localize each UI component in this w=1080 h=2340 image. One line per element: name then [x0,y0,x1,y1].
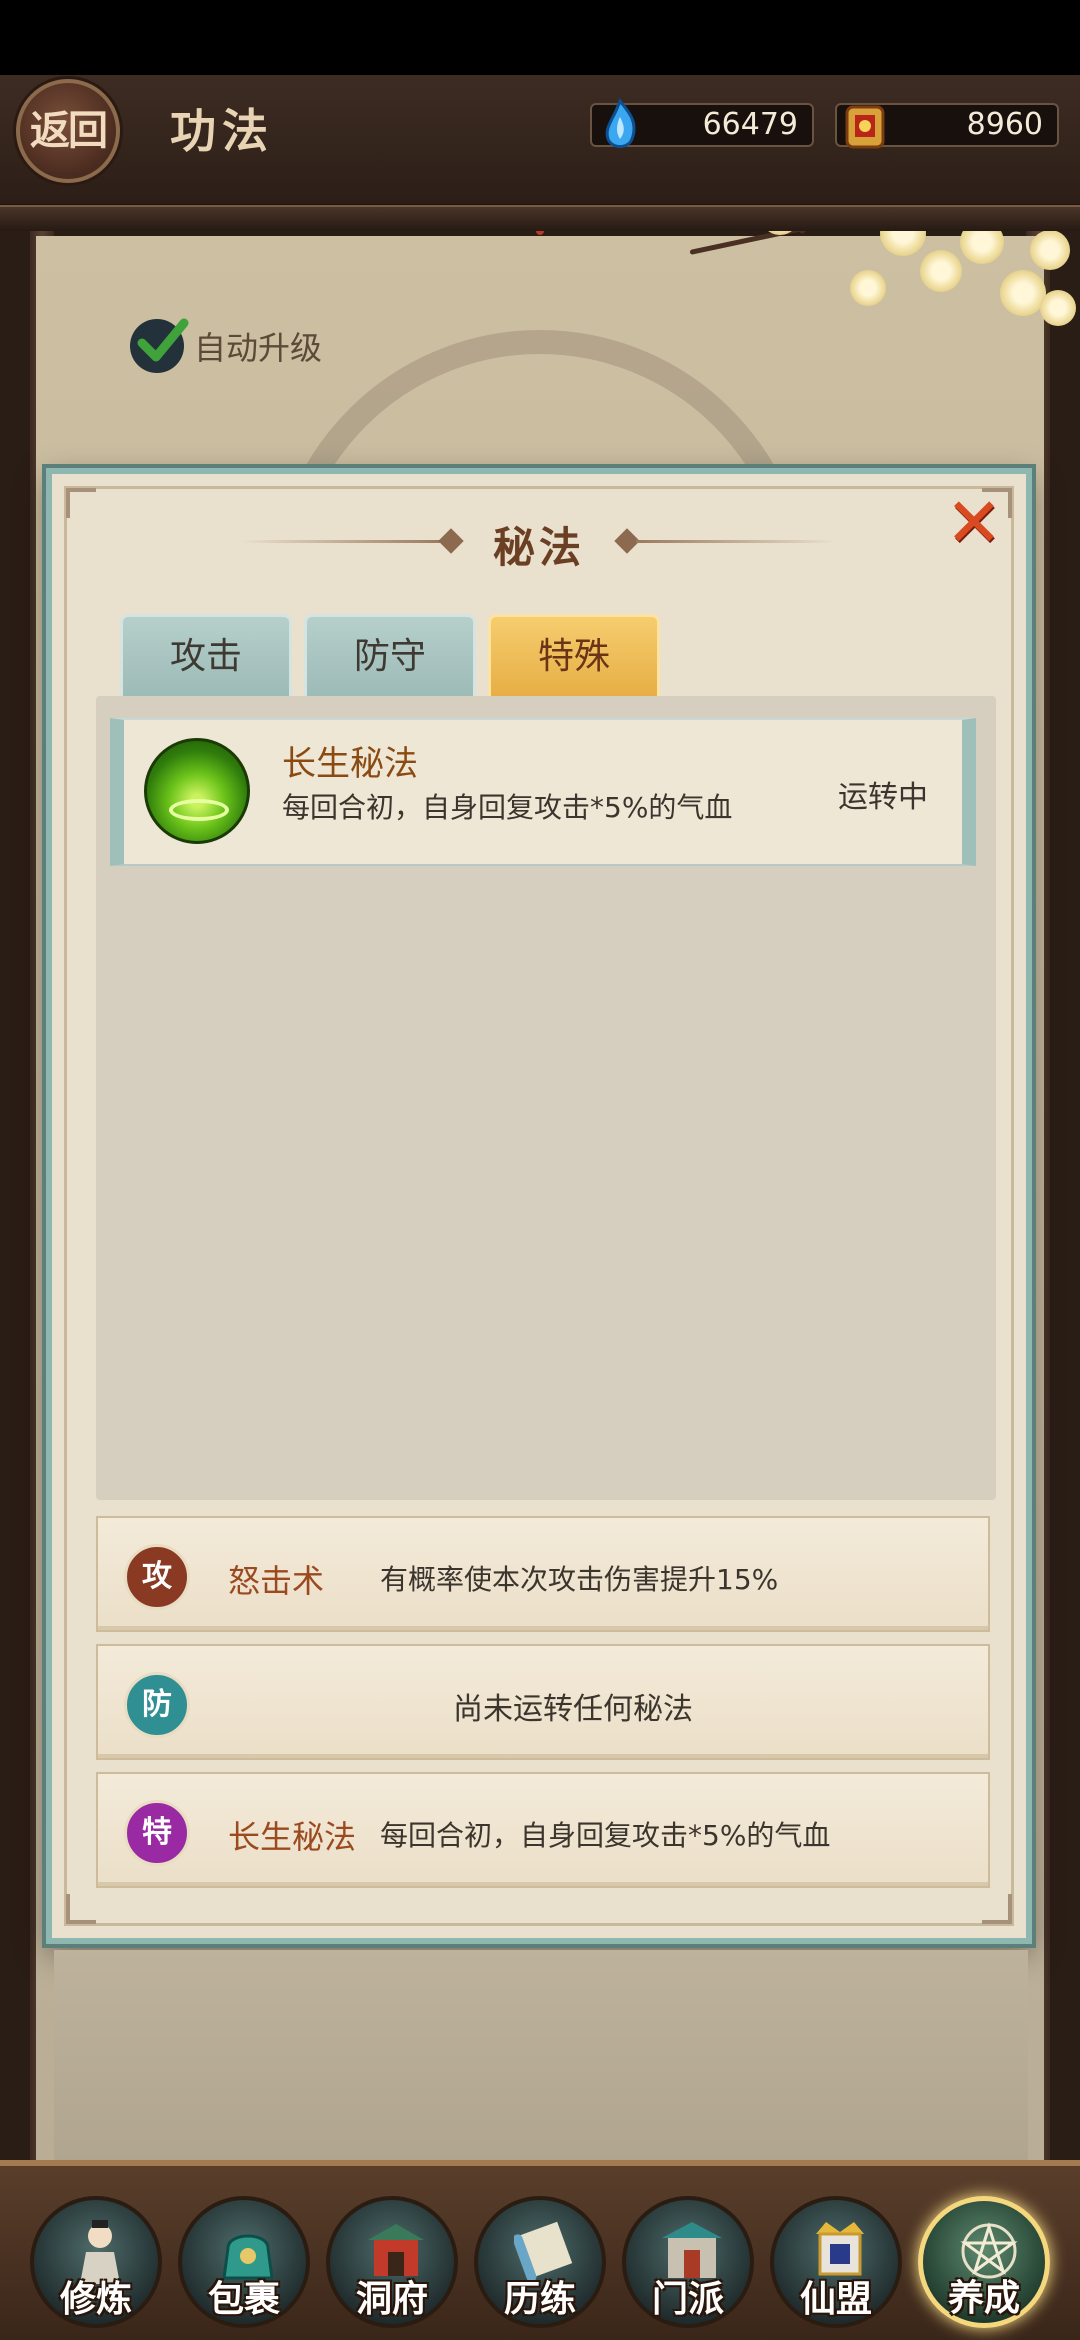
nav-alliance[interactable]: 仙盟 [770,2196,902,2328]
nav-sect[interactable]: 门派 [622,2196,754,2328]
secret-art-list: 长生秘法 每回合初，自身回复攻击*5%的气血 运转中 [96,696,996,1500]
tab-special[interactable]: 特殊 [488,614,660,702]
gold-ingot-icon [845,105,885,149]
green-orb-icon [144,738,250,844]
slot-skill-name: 长生秘法 [228,1818,357,1856]
tab-defense[interactable]: 防守 [304,614,476,702]
special-badge-icon: 特 [124,1800,190,1866]
close-icon[interactable]: ✕ [944,490,1004,558]
skill-status: 运转中 [838,780,928,815]
gold-ingot-value: 8960 [966,107,1043,142]
slot-skill-description: 每回合初，自身回复攻击*5%的气血 [380,1819,831,1852]
equipped-slot-defense[interactable]: 防 尚未运转任何秘法 [96,1644,990,1760]
equipped-slot-attack[interactable]: 攻 怒击术 有概率使本次攻击伤害提升15% [96,1516,990,1632]
category-tabs: 攻击 防守 特殊 [120,614,660,702]
auto-upgrade-label: 自动升级 [194,329,323,367]
nav-cave[interactable]: 洞府 [326,2196,458,2328]
status-bar [0,0,1080,75]
checkmark-icon[interactable] [130,318,189,373]
tab-attack[interactable]: 攻击 [120,614,292,702]
dialog-title: 秘法 [492,523,585,572]
spirit-stone-counter: 66479 [590,97,814,148]
skill-name: 长生秘法 [282,744,418,784]
lower-scroll-area [54,1950,1028,2165]
attack-badge-icon: 攻 [124,1544,190,1610]
spirit-stone-value: 66479 [702,107,798,142]
secret-art-dialog: 秘法 ✕ 攻击 防守 特殊 长生秘法 每回合初，自身回复攻击*5%的气血 运转中… [46,468,1032,1944]
auto-upgrade-toggle[interactable]: 自动升级 [130,318,322,374]
nav-cultivate[interactable]: 修炼 [30,2196,162,2328]
spirit-stone-icon [605,97,636,148]
bottom-navigation: 修炼 包裹 洞府 历练 门派 仙盟 养成 [0,2160,1080,2340]
slot-empty-text: 尚未运转任何秘法 [453,1692,693,1727]
skill-description: 每回合初，自身回复攻击*5%的气血 [282,791,733,824]
nav-training[interactable]: 历练 [474,2196,606,2328]
slot-skill-description: 有概率使本次攻击伤害提升15% [380,1563,779,1596]
slot-skill-name: 怒击术 [228,1562,325,1600]
nav-bag[interactable]: 包裹 [178,2196,310,2328]
equipped-slot-special[interactable]: 特 长生秘法 每回合初，自身回复攻击*5%的气血 [96,1772,990,1888]
nav-nurture[interactable]: 养成 [918,2196,1050,2328]
list-item[interactable]: 长生秘法 每回合初，自身回复攻击*5%的气血 运转中 [110,718,976,866]
header-rail [0,205,1080,231]
gold-ingot-counter: 8960 [835,103,1059,149]
back-button[interactable]: 返回 [16,79,120,183]
top-header: 返回 功法 66479 8960 [0,75,1080,231]
page-title: 功法 [170,104,274,158]
